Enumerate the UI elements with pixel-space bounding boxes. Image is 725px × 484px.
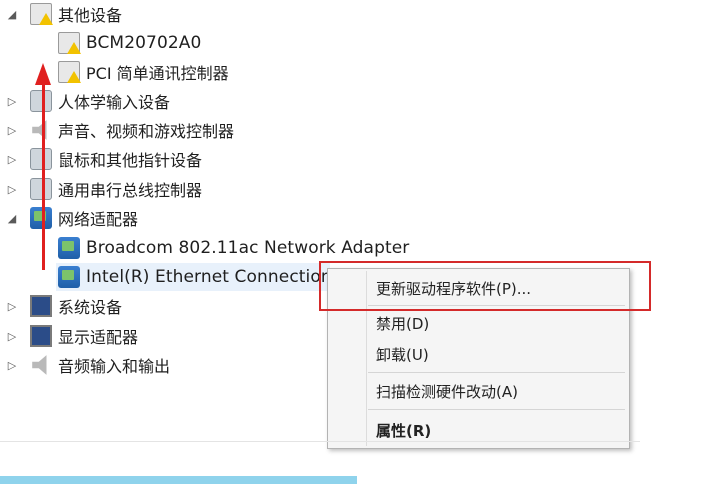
tree-item-label: 音频输入和输出 <box>58 357 171 376</box>
status-bar <box>0 476 357 484</box>
device-warning-icon <box>58 32 81 54</box>
tree-item-label: PCI 简单通讯控制器 <box>86 64 229 83</box>
menu-separator <box>368 409 625 410</box>
menu-item-properties[interactable]: 属性(R) <box>376 417 431 443</box>
tree-item-bcm20702a0[interactable]: BCM20702A0 <box>58 29 201 57</box>
tree-item-label: 网络适配器 <box>58 210 139 229</box>
expand-arrow-icon[interactable]: ▷ <box>6 175 18 203</box>
tree-item-intel-ethernet[interactable]: Intel(R) Ethernet Connection <box>56 263 332 291</box>
system-device-icon <box>30 295 52 317</box>
tree-item-broadcom[interactable]: Broadcom 802.11ac Network Adapter <box>58 234 409 262</box>
tree-item-pci-controller[interactable]: PCI 简单通讯控制器 <box>58 58 229 86</box>
mouse-icon <box>30 148 52 170</box>
monitor-icon <box>30 325 52 347</box>
speaker-icon <box>32 355 47 375</box>
expand-arrow-icon[interactable]: ▷ <box>6 116 18 144</box>
menu-item-disable[interactable]: 禁用(D) <box>376 310 429 336</box>
collapse-arrow-icon[interactable]: ◢ <box>6 0 18 28</box>
menu-item-uninstall[interactable]: 卸载(U) <box>376 341 429 367</box>
unknown-device-warning-icon <box>30 3 53 25</box>
tree-item-other-devices[interactable]: 其他设备 <box>30 0 122 28</box>
tree-item-label: 系统设备 <box>58 298 123 317</box>
network-adapter-icon <box>58 266 80 288</box>
tree-item-label: 鼠标和其他指针设备 <box>58 151 203 170</box>
network-adapter-icon <box>58 237 80 259</box>
tree-item-label: Intel(R) Ethernet Connection <box>86 267 332 287</box>
tree-item-system-devices[interactable]: 系统设备 <box>30 292 122 320</box>
tree-item-label: 人体学输入设备 <box>58 93 171 112</box>
expand-arrow-icon[interactable]: ▷ <box>6 145 18 173</box>
tree-item-label: 显示适配器 <box>58 328 139 347</box>
divider <box>0 441 640 442</box>
expand-arrow-icon[interactable]: ▷ <box>6 351 18 379</box>
speaker-icon <box>32 120 47 140</box>
tree-item-hid[interactable]: 人体学输入设备 <box>30 87 170 115</box>
collapse-arrow-icon[interactable]: ◢ <box>6 204 18 232</box>
expand-arrow-icon[interactable]: ▷ <box>6 87 18 115</box>
hid-device-icon <box>30 90 52 112</box>
menu-separator <box>368 372 625 373</box>
annotation-highlight-box <box>319 261 651 311</box>
network-adapter-icon <box>30 207 52 229</box>
tree-item-display-adapters[interactable]: 显示适配器 <box>30 322 138 350</box>
tree-item-audio-io[interactable]: 音频输入和输出 <box>30 351 170 379</box>
menu-item-scan-hardware[interactable]: 扫描检测硬件改动(A) <box>376 378 518 404</box>
usb-icon <box>30 178 52 200</box>
tree-item-label: BCM20702A0 <box>86 33 202 53</box>
annotation-arrow-up-icon <box>35 63 51 85</box>
tree-item-label: 通用串行总线控制器 <box>58 181 203 200</box>
device-warning-icon <box>58 61 81 83</box>
annotation-arrow-shaft <box>42 82 45 270</box>
tree-item-network-adapters[interactable]: 网络适配器 <box>30 204 138 232</box>
tree-item-mouse[interactable]: 鼠标和其他指针设备 <box>30 145 202 173</box>
tree-item-sound-video[interactable]: 声音、视频和游戏控制器 <box>30 116 234 144</box>
expand-arrow-icon[interactable]: ▷ <box>6 292 18 320</box>
tree-item-usb[interactable]: 通用串行总线控制器 <box>30 175 202 203</box>
tree-item-label: 其他设备 <box>58 6 123 25</box>
expand-arrow-icon[interactable]: ▷ <box>6 322 18 350</box>
tree-item-label: Broadcom 802.11ac Network Adapter <box>86 238 410 258</box>
tree-item-label: 声音、视频和游戏控制器 <box>58 122 235 141</box>
